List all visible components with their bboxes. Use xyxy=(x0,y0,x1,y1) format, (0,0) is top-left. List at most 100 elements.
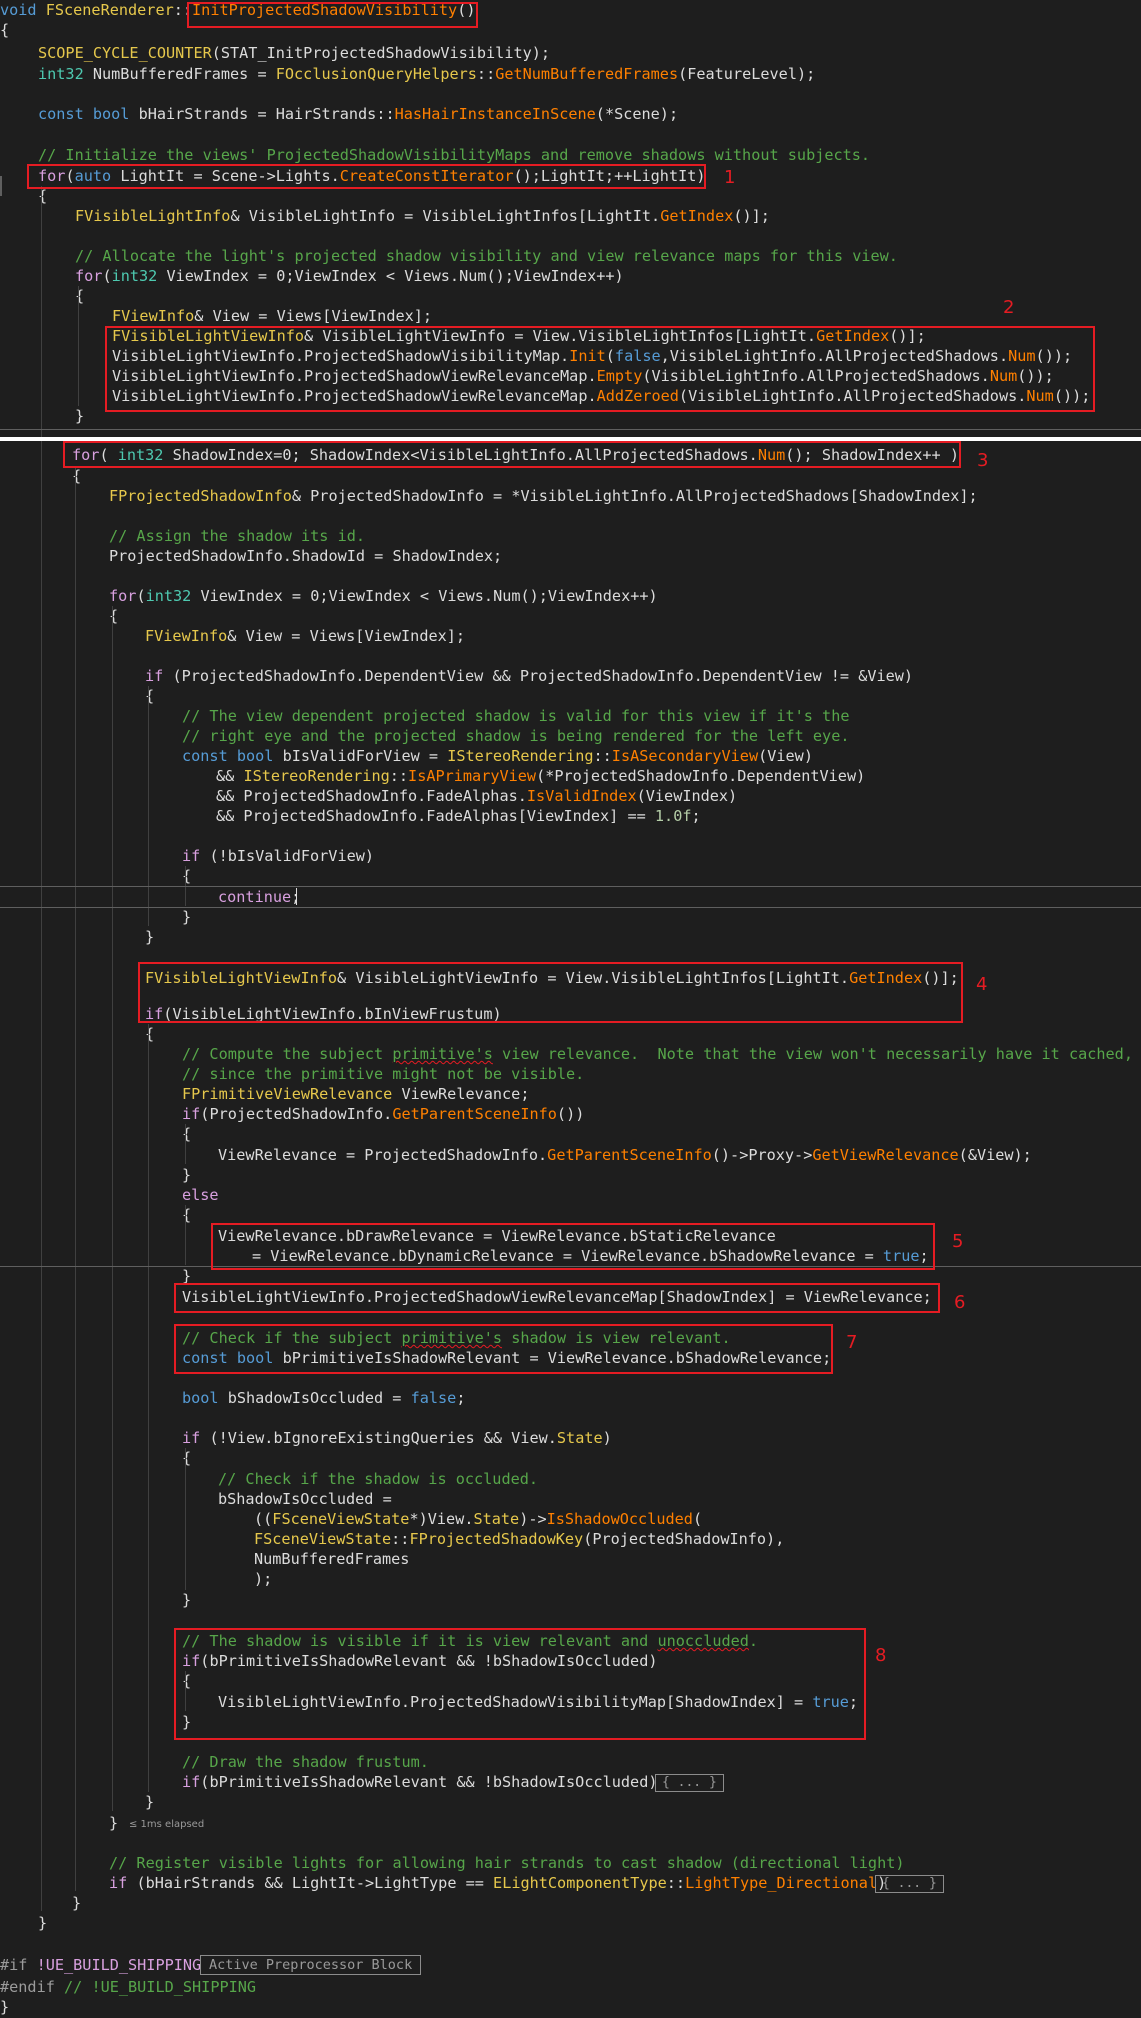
code-line[interactable]: // Register visible lights for allowing … xyxy=(109,1853,905,1873)
code-line[interactable]: // right eye and the projected shadow is… xyxy=(182,726,850,746)
code-line[interactable]: } xyxy=(75,406,84,426)
code-line[interactable]: int32 NumBufferedFrames = FOcclusionQuer… xyxy=(38,64,815,84)
code-line[interactable]: // since the primitive might not be visi… xyxy=(182,1064,584,1084)
code-line[interactable]: if(bPrimitiveIsShadowRelevant && !bShado… xyxy=(182,1772,657,1792)
code-token: if xyxy=(182,1773,201,1791)
code-line[interactable]: NumBufferedFrames xyxy=(254,1549,409,1569)
code-token: State xyxy=(473,1510,520,1528)
code-line[interactable]: ((FSceneViewState*)View.State)->IsShadow… xyxy=(254,1509,702,1529)
code-line[interactable]: } xyxy=(145,1792,154,1812)
highlight-box-7 xyxy=(174,1324,833,1374)
code-line[interactable]: FPrimitiveViewRelevance ViewRelevance; xyxy=(182,1084,529,1104)
code-line[interactable]: } xyxy=(182,907,191,927)
code-line[interactable]: else xyxy=(182,1185,219,1205)
code-token: ProjectedShadowInfo.ShadowId = ShadowInd… xyxy=(109,547,503,565)
collapsed-region-button[interactable]: { ... } xyxy=(655,1774,724,1792)
annotation-number-3: 3 xyxy=(977,450,989,471)
code-line[interactable]: // Check if the shadow is occluded. xyxy=(218,1469,538,1489)
code-line[interactable]: } xyxy=(109,1813,118,1833)
code-token: } xyxy=(38,1914,48,1932)
code-line[interactable]: // Assign the shadow its id. xyxy=(109,526,365,546)
code-line[interactable]: if (!View.bIgnoreExistingQueries && View… xyxy=(182,1428,612,1448)
highlight-box-3 xyxy=(63,441,961,468)
code-line[interactable]: FViewInfo& View = Views[ViewIndex]; xyxy=(112,306,432,326)
code-token: IsASecondaryView xyxy=(611,747,759,765)
code-line[interactable]: // Allocate the light's projected shadow… xyxy=(75,246,898,266)
code-token: !UE_BUILD_SHIPPING xyxy=(36,1956,202,1974)
code-token: && ProjectedShadowInfo.FadeAlphas[ViewIn… xyxy=(216,807,655,825)
code-line[interactable]: && IStereoRendering::IsAPrimaryView(*Pro… xyxy=(216,766,865,786)
code-line[interactable]: } xyxy=(72,1893,81,1913)
code-line[interactable]: } xyxy=(38,1913,47,1933)
code-line[interactable]: continue; xyxy=(218,887,300,907)
code-token: // The view dependent projected shadow i… xyxy=(182,707,850,725)
code-line[interactable]: ViewRelevance = ProjectedShadowInfo.GetP… xyxy=(218,1145,1032,1165)
code-line[interactable]: bool bShadowIsOccluded = false; xyxy=(182,1388,465,1408)
code-token: ViewRelevance; xyxy=(401,1085,530,1103)
code-line[interactable]: FViewInfo& View = Views[ViewIndex]; xyxy=(145,626,465,646)
code-line[interactable]: #if !UE_BUILD_SHIPPING xyxy=(0,1955,201,1975)
code-line[interactable]: { xyxy=(182,866,191,886)
code-line[interactable]: { xyxy=(182,1205,191,1225)
code-token: { xyxy=(75,287,85,305)
code-line[interactable]: if(ProjectedShadowInfo.GetParentSceneInf… xyxy=(182,1104,584,1124)
code-line[interactable]: // Initialize the views' ProjectedShadow… xyxy=(38,145,870,165)
preprocessor-block-label[interactable]: Active Preprocessor Block xyxy=(200,1955,422,1975)
code-line[interactable]: } xyxy=(145,927,154,947)
code-token: (!bIsValidForView) xyxy=(209,847,375,865)
code-token: if xyxy=(145,667,173,685)
code-line[interactable]: { xyxy=(109,606,118,626)
code-line[interactable]: { xyxy=(145,686,154,706)
collapsed-region-button[interactable]: { ... } xyxy=(875,1875,944,1893)
code-line[interactable]: { xyxy=(145,1024,154,1044)
code-line[interactable]: && ProjectedShadowInfo.FadeAlphas[ViewIn… xyxy=(216,806,701,826)
code-token: GetIndex xyxy=(660,207,734,225)
code-line[interactable]: FSceneViewState::FProjectedShadowKey(Pro… xyxy=(254,1529,784,1549)
code-line[interactable]: FVisibleLightInfo& VisibleLightInfo = Vi… xyxy=(75,206,770,226)
code-line[interactable]: { xyxy=(75,286,84,306)
code-line[interactable]: for(int32 ViewIndex = 0;ViewIndex < View… xyxy=(75,266,624,286)
code-line[interactable]: ); xyxy=(254,1569,272,1589)
code-token: // Allocate the light's projected shadow… xyxy=(75,247,898,265)
code-line[interactable]: ProjectedShadowInfo.ShadowId = ShadowInd… xyxy=(109,546,502,566)
code-line[interactable]: { xyxy=(182,1448,191,1468)
code-line[interactable]: if (ProjectedShadowInfo.DependentView &&… xyxy=(145,666,913,686)
code-line[interactable]: FProjectedShadowInfo& ProjectedShadowInf… xyxy=(109,486,978,506)
code-line[interactable]: } xyxy=(182,1590,191,1610)
code-line[interactable]: const bool bHairStrands = HairStrands::H… xyxy=(38,104,678,124)
code-token: :: xyxy=(389,767,409,785)
code-line[interactable]: { xyxy=(38,186,47,206)
code-token: primitive's xyxy=(392,1045,493,1063)
code-line[interactable]: const bool bIsValidForView = IStereoRend… xyxy=(182,746,813,766)
code-token: // Initialize the views' ProjectedShadow… xyxy=(38,146,871,164)
annotation-number-4: 4 xyxy=(976,974,988,995)
code-token: int32 xyxy=(38,65,93,83)
code-line[interactable]: // Draw the shadow frustum. xyxy=(182,1752,429,1772)
code-line[interactable]: && ProjectedShadowInfo.FadeAlphas.IsVali… xyxy=(216,786,737,806)
code-line[interactable]: #endif // !UE_BUILD_SHIPPING xyxy=(0,1977,256,1997)
code-token: FViewInfo xyxy=(145,627,228,645)
indent-guide xyxy=(185,1448,186,1590)
code-line[interactable]: SCOPE_CYCLE_COUNTER(STAT_InitProjectedSh… xyxy=(38,43,550,63)
annotation-number-5: 5 xyxy=(952,1231,964,1252)
code-token: if xyxy=(182,1429,210,1447)
code-token: GetViewRelevance xyxy=(812,1146,959,1164)
code-line[interactable]: // The view dependent projected shadow i… xyxy=(182,706,850,726)
code-line[interactable]: { xyxy=(0,20,9,40)
code-line[interactable]: { xyxy=(182,1124,191,1144)
code-line[interactable]: } xyxy=(182,1165,191,1185)
code-line[interactable]: if (bHairStrands && LightIt->LightType =… xyxy=(109,1873,886,1893)
code-token: for xyxy=(109,587,137,605)
annotation-number-6: 6 xyxy=(954,1292,966,1313)
code-line[interactable]: if (!bIsValidForView) xyxy=(182,846,374,866)
code-line[interactable]: // Compute the subject primitive's view … xyxy=(182,1044,1133,1064)
code-token: // !UE_BUILD_SHIPPING xyxy=(64,1978,257,1996)
code-line[interactable]: bShadowIsOccluded = xyxy=(218,1489,392,1509)
highlight-box-4 xyxy=(138,962,963,1023)
code-token: { xyxy=(38,187,48,205)
code-line[interactable]: { xyxy=(72,466,81,486)
code-line[interactable]: for(int32 ViewIndex = 0;ViewIndex < View… xyxy=(109,586,658,606)
indent-guide xyxy=(112,606,113,1811)
code-token: GetNumBufferedFrames xyxy=(495,65,679,83)
code-line[interactable]: } xyxy=(0,1997,9,2017)
